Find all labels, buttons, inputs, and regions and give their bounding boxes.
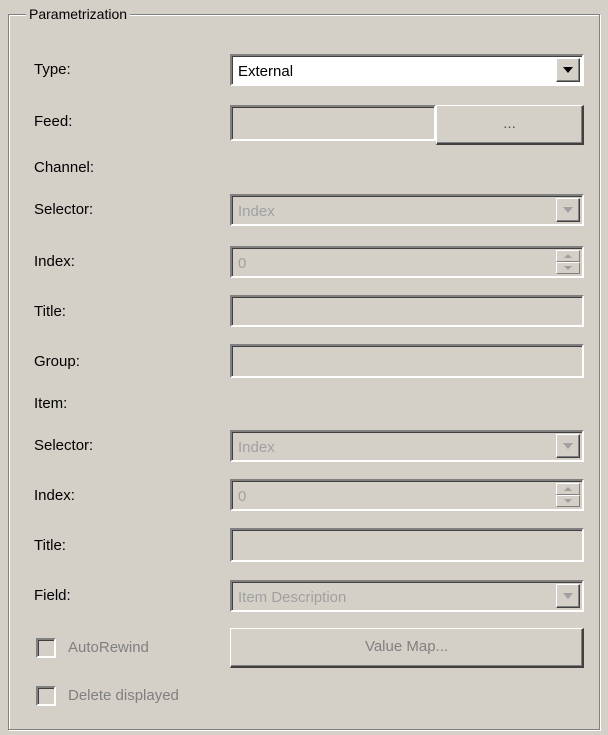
delete-displayed-checkbox[interactable] [36, 686, 56, 706]
channel-title-label: Title: [34, 303, 66, 320]
channel-selector-label: Selector: [34, 201, 94, 218]
feed-label: Feed: [34, 113, 73, 130]
type-label: Type: [34, 61, 71, 78]
dropdown-arrow-icon[interactable] [556, 434, 580, 458]
value-map-label: Value Map... [364, 638, 449, 655]
feed-browse-label: ... [503, 115, 516, 132]
delete-displayed-label: Delete displayed [68, 687, 179, 704]
item-title-input[interactable] [230, 528, 584, 562]
channel-header: Channel: [34, 159, 95, 176]
value-map-button[interactable]: Value Map... [230, 628, 584, 668]
item-index-value: 0 [238, 488, 247, 505]
channel-title-input[interactable] [230, 295, 584, 327]
item-title-label: Title: [34, 537, 66, 554]
dropdown-arrow-icon[interactable] [556, 198, 580, 222]
item-field-value: Item Description [238, 589, 347, 606]
spin-up-icon[interactable] [556, 250, 580, 262]
item-index-spinner[interactable]: 0 [230, 479, 584, 511]
item-field-label: Field: [34, 587, 71, 604]
feed-input[interactable] [230, 105, 436, 141]
dropdown-arrow-icon[interactable] [556, 584, 580, 608]
dropdown-arrow-icon[interactable] [556, 58, 580, 82]
channel-selector-dropdown[interactable]: Index [230, 194, 584, 226]
channel-index-label: Index: [34, 253, 75, 270]
item-selector-label: Selector: [34, 437, 94, 454]
autorewind-checkbox[interactable] [36, 638, 56, 658]
item-field-dropdown[interactable]: Item Description [230, 580, 584, 612]
channel-index-spinner[interactable]: 0 [230, 246, 584, 278]
channel-selector-value: Index [238, 203, 275, 220]
spin-down-icon[interactable] [556, 262, 580, 274]
spin-down-icon[interactable] [556, 495, 580, 507]
channel-index-value: 0 [238, 255, 247, 272]
type-value: External [238, 63, 294, 80]
group-title: Parametrization [26, 6, 131, 22]
channel-group-input[interactable] [230, 344, 584, 378]
type-dropdown[interactable]: External [230, 54, 584, 86]
item-selector-value: Index [238, 439, 275, 456]
spin-buttons[interactable] [556, 483, 580, 507]
item-header: Item: [34, 395, 68, 412]
feed-browse-button[interactable]: ... [436, 105, 584, 145]
item-selector-dropdown[interactable]: Index [230, 430, 584, 462]
item-index-label: Index: [34, 487, 75, 504]
autorewind-label: AutoRewind [68, 639, 149, 656]
spin-buttons[interactable] [556, 250, 580, 274]
spin-up-icon[interactable] [556, 483, 580, 495]
channel-group-label: Group: [34, 353, 80, 370]
